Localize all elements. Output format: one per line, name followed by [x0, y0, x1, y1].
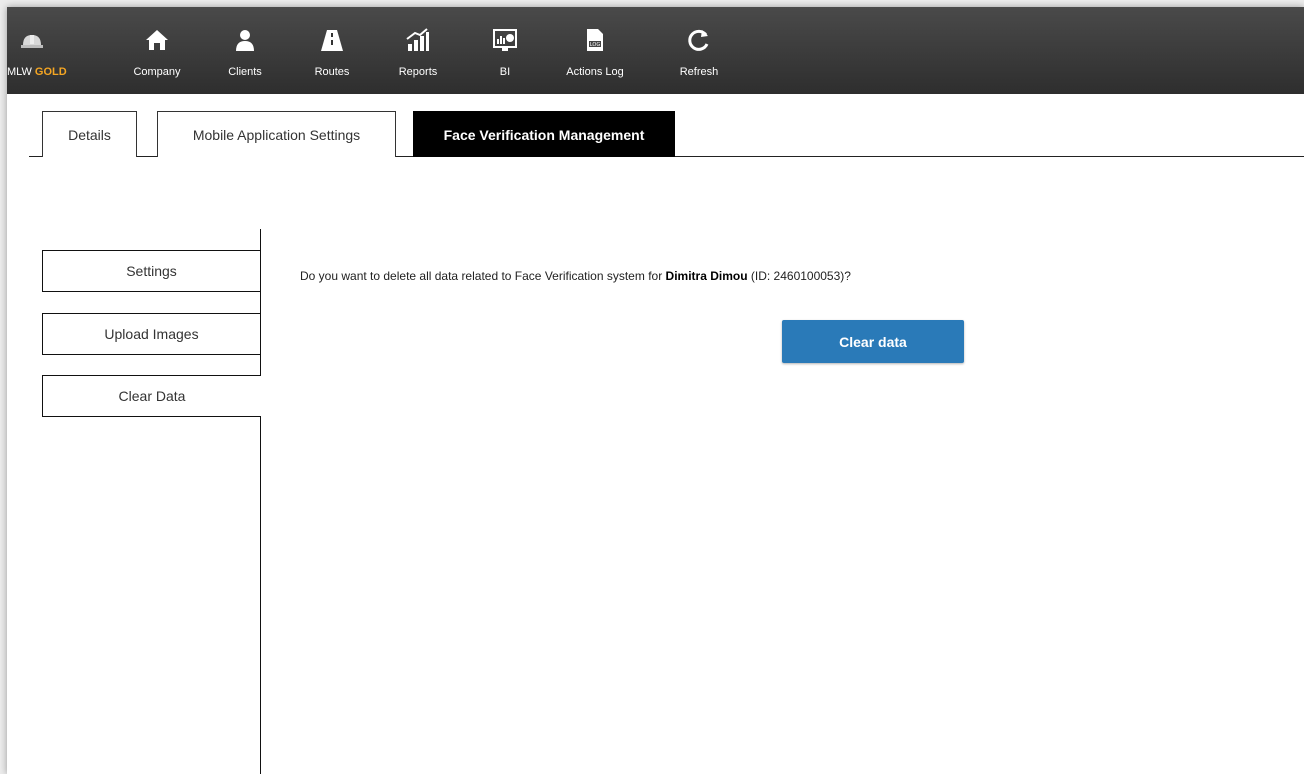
nav-routes[interactable]: Routes [307, 7, 357, 94]
road-icon [321, 30, 343, 51]
tab-mobile-application-settings[interactable]: Mobile Application Settings [157, 111, 396, 157]
svg-text:LOG: LOG [590, 42, 601, 48]
nav-actions-log[interactable]: LOG Actions Log [560, 7, 630, 94]
refresh-icon [688, 29, 709, 51]
clear-data-button[interactable]: Clear data [782, 320, 964, 363]
brand-logo[interactable]: MLW GOLD [7, 7, 67, 94]
bar-chart-icon [406, 28, 429, 51]
brand-label: MLW GOLD [7, 66, 67, 78]
side-item-settings[interactable]: Settings [42, 250, 260, 292]
person-name: Dimitra Dimou [665, 269, 748, 283]
tab-details[interactable]: Details [42, 111, 137, 157]
nav-refresh[interactable]: Refresh [674, 7, 724, 94]
clear-data-prompt: Do you want to delete all data related t… [300, 269, 851, 283]
prompt-text-before: Do you want to delete all data related t… [300, 269, 666, 283]
log-file-icon: LOG [587, 29, 603, 51]
nav-bi[interactable]: BI [485, 7, 525, 94]
app-window: MLW GOLD Company Clients Routes Reports … [7, 7, 1304, 774]
dashboard-icon [493, 29, 517, 51]
nav-reports[interactable]: Reports [392, 7, 444, 94]
side-menu-divider [260, 229, 261, 774]
nav-company[interactable]: Company [126, 7, 188, 94]
tab-face-verification-management[interactable]: Face Verification Management [413, 111, 675, 157]
hard-hat-icon [21, 35, 43, 48]
user-icon [236, 30, 254, 51]
home-icon [146, 30, 168, 50]
nav-clients[interactable]: Clients [220, 7, 270, 94]
side-item-upload-images[interactable]: Upload Images [42, 313, 260, 355]
prompt-text-after: (ID: 2460100053)? [747, 269, 851, 283]
side-item-clear-data[interactable]: Clear Data [42, 375, 261, 417]
top-navbar: MLW GOLD Company Clients Routes Reports … [7, 7, 1304, 94]
